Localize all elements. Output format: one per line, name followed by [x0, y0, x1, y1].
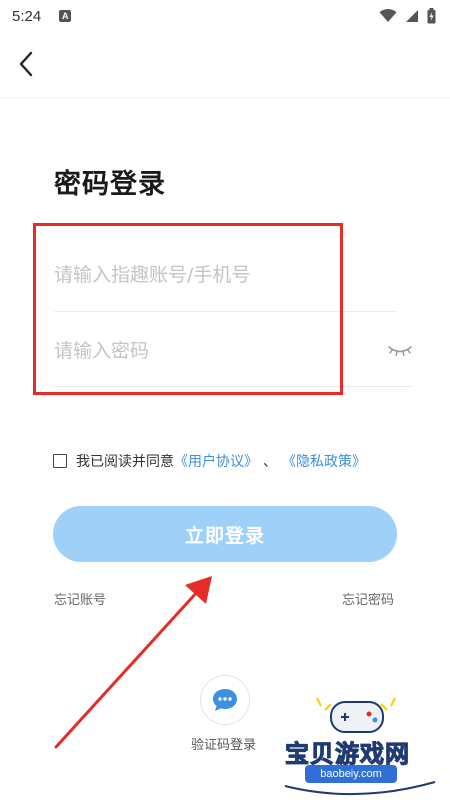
login-button[interactable]: 立即登录 [53, 506, 397, 562]
agreement-separator: 、 [263, 454, 277, 470]
battery-icon [427, 8, 436, 24]
user-agreement-link[interactable]: 《用户协议》 [174, 451, 258, 471]
watermark-title: 宝贝游戏网 [285, 740, 410, 769]
account-input[interactable] [54, 251, 396, 299]
password-input[interactable] [54, 327, 374, 375]
status-time: 5:24 [12, 7, 42, 25]
password-visibility-toggle[interactable] [386, 340, 414, 360]
forgot-password-link[interactable]: 忘记密码 [342, 589, 394, 608]
status-icons [379, 8, 436, 24]
agreement-text: 我已阅读并同意 [76, 454, 174, 470]
watermark-url: baobeiy.com [305, 765, 397, 783]
watermark-logo: 宝贝游戏网 baobeiy.com [265, 696, 450, 800]
top-bar [0, 32, 450, 98]
account-divider [54, 311, 396, 312]
notification-badge: A [59, 10, 72, 22]
wifi-icon [379, 9, 397, 22]
password-divider [54, 386, 412, 387]
eye-closed-icon [388, 346, 412, 357]
chat-bubble-icon [213, 689, 237, 711]
page-title: 密码登录 [54, 169, 166, 200]
chevron-left-icon [19, 51, 33, 77]
privacy-policy-link[interactable]: 《隐私政策》 [282, 451, 366, 471]
agreement-checkbox[interactable] [53, 454, 67, 468]
forgot-account-link[interactable]: 忘记账号 [54, 589, 106, 608]
sms-login-button[interactable] [200, 675, 250, 725]
status-bar: 5:24 A [0, 0, 450, 32]
agreement-row: 我已阅读并同意 《用户协议》 、 《隐私政策》 [53, 451, 366, 471]
sms-login-label: 验证码登录 [191, 738, 257, 753]
back-button[interactable] [10, 48, 42, 80]
cell-signal-icon [406, 10, 418, 22]
